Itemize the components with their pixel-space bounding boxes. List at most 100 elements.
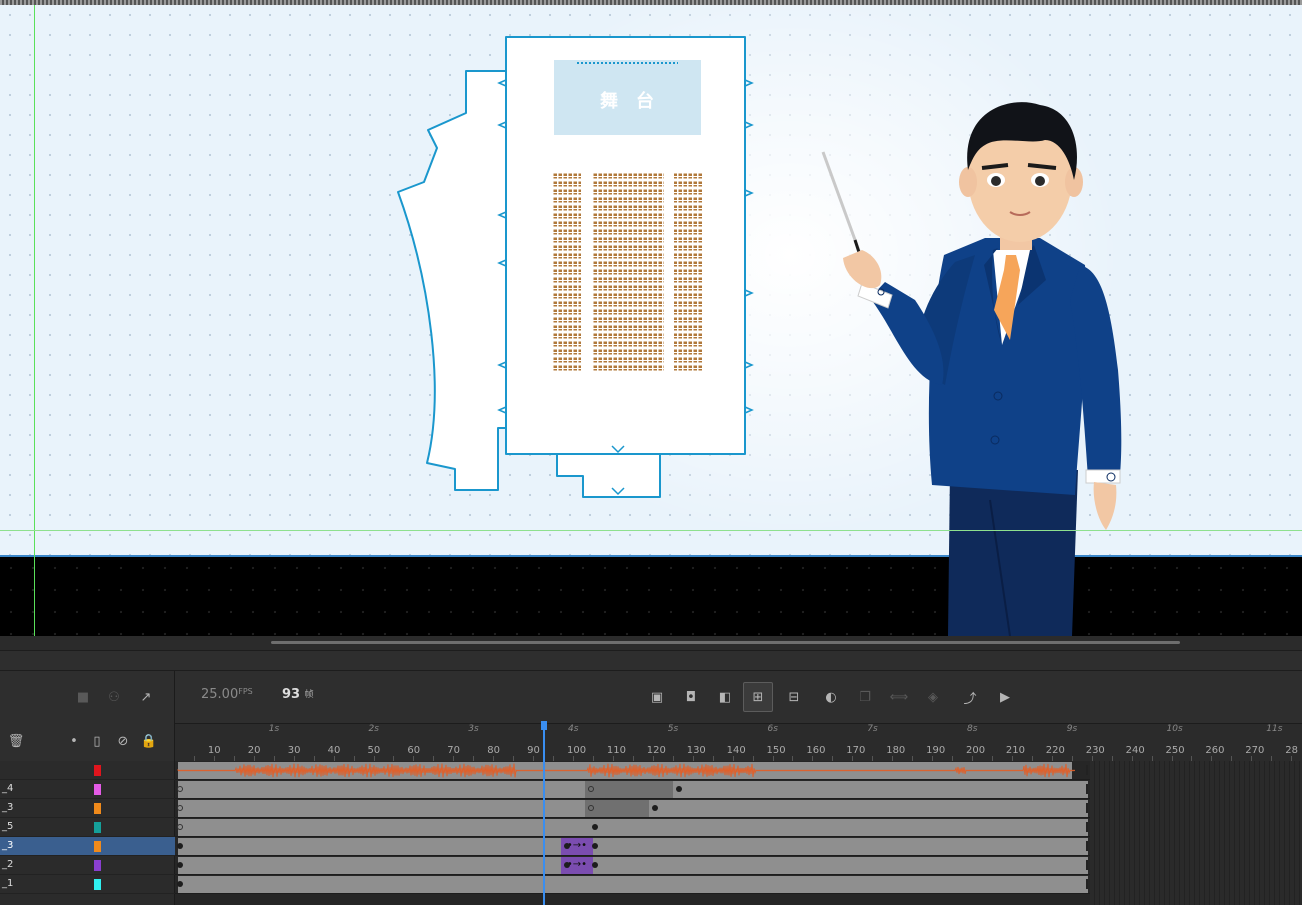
play-icon[interactable]: ▶ xyxy=(995,687,1015,707)
ruler-frame-label: 220 xyxy=(1045,745,1065,756)
layer-color-swatch[interactable] xyxy=(94,841,101,852)
keyframe[interactable] xyxy=(587,786,594,792)
camera-icon[interactable]: ■ xyxy=(73,687,93,707)
layer-row[interactable]: _1 xyxy=(0,875,175,894)
layer-row[interactable]: _2 xyxy=(0,856,175,875)
onion-skin-icon[interactable]: ◐ xyxy=(821,687,841,707)
scrollbar-thumb[interactable] xyxy=(271,641,1180,644)
frame-span[interactable] xyxy=(584,800,649,817)
keyframe[interactable] xyxy=(591,862,598,868)
frame-span[interactable] xyxy=(592,857,1088,874)
ruler-second-label: 3s xyxy=(468,724,479,734)
layer-row[interactable]: _4 xyxy=(0,780,175,799)
layer-color-swatch[interactable] xyxy=(94,822,101,833)
layer-parenting-icon[interactable]: ⚇ xyxy=(104,687,124,707)
frame-span[interactable] xyxy=(588,819,1088,836)
layer-color-swatch[interactable] xyxy=(94,765,101,776)
insert-frame-icon[interactable]: ◧ xyxy=(715,687,735,707)
ruler-frame-label: 270 xyxy=(1245,745,1265,756)
auto-keyframe-icon[interactable]: ⊞ xyxy=(743,682,773,712)
layer-name[interactable]: _2 xyxy=(2,859,13,870)
ruler-frame-label: 210 xyxy=(1005,745,1025,756)
layer-name[interactable]: _3 xyxy=(2,802,13,813)
playhead[interactable] xyxy=(541,721,547,905)
fps-unit: FPS xyxy=(238,687,253,696)
graph-icon[interactable]: ↗ xyxy=(136,687,156,707)
keyframe[interactable] xyxy=(591,824,598,830)
frame-span[interactable] xyxy=(178,857,562,874)
keyframe[interactable] xyxy=(177,786,183,792)
insert-keyframe-icon[interactable]: ▣ xyxy=(647,687,667,707)
ruler-frame-label: 260 xyxy=(1205,745,1225,756)
layer-color-swatch[interactable] xyxy=(94,860,101,871)
current-frame-value[interactable]: 93 xyxy=(282,687,300,702)
layer-name[interactable]: _1 xyxy=(2,878,13,889)
keyframe[interactable] xyxy=(177,843,183,849)
ruler-frame-label: 180 xyxy=(886,745,906,756)
layer-name[interactable]: _3 xyxy=(2,840,13,851)
panel-divider[interactable] xyxy=(0,650,1302,671)
frame-span[interactable] xyxy=(584,781,673,798)
frame-span[interactable] xyxy=(178,876,1088,893)
frame-span[interactable] xyxy=(592,838,1088,855)
layer-row[interactable]: _3 xyxy=(0,837,175,856)
hide-all-icon[interactable]: ⊘ xyxy=(113,731,133,751)
layer-color-swatch[interactable] xyxy=(94,879,101,890)
ruler-frame-label: 130 xyxy=(686,745,706,756)
guide-vertical[interactable] xyxy=(34,5,35,636)
frame-span[interactable] xyxy=(178,781,585,798)
keyframe[interactable] xyxy=(177,881,183,887)
layer-row[interactable] xyxy=(0,761,175,780)
timeline-empty-area xyxy=(1090,761,1302,905)
layer-name[interactable]: _5 xyxy=(2,821,13,832)
ruler-frame-label: 140 xyxy=(726,745,746,756)
onion-skin-outline-icon[interactable]: ❐ xyxy=(855,687,875,707)
edit-multiple-frames-icon[interactable]: ⟺ xyxy=(889,687,909,707)
keyframe[interactable] xyxy=(177,862,183,868)
keyframe[interactable] xyxy=(177,805,183,811)
loop-icon[interactable]: ⤴ xyxy=(960,687,980,707)
keyframe[interactable] xyxy=(651,805,658,811)
outline-icon[interactable]: ▯ xyxy=(87,731,107,751)
keyframe[interactable] xyxy=(591,843,598,849)
timeline-ruler[interactable]: 1s 2s 3s 4s 5s 6s 7s 8s 9s 10s 11s 10 20 30 40 50 60 70 80… xyxy=(175,723,1302,761)
ruler-frame-label: 250 xyxy=(1165,745,1185,756)
keyframe[interactable] xyxy=(587,805,594,811)
onion-range-icon[interactable]: ◈ xyxy=(923,687,943,707)
lock-all-icon[interactable]: 🔒 xyxy=(139,731,159,751)
frame-span[interactable] xyxy=(178,838,562,855)
layer-row[interactable]: _3 xyxy=(0,799,175,818)
frame-span[interactable] xyxy=(178,800,585,817)
layer-color-swatch[interactable] xyxy=(94,784,101,795)
ruler-second-label: 6s xyxy=(767,724,778,734)
fps-value[interactable]: 25.00 xyxy=(201,687,238,702)
playhead-handle[interactable] xyxy=(541,721,547,730)
insert-blank-keyframe-icon[interactable]: ◘ xyxy=(681,687,701,707)
ruler-frame-label: 200 xyxy=(966,745,986,756)
ruler-frame-label: 60 xyxy=(407,745,421,756)
frame-span[interactable] xyxy=(672,781,1088,798)
current-frame-display[interactable]: 93 帧 xyxy=(282,687,314,702)
keyframe[interactable] xyxy=(675,786,682,792)
keyframe[interactable] xyxy=(564,862,571,868)
keyframe[interactable] xyxy=(564,843,571,849)
frame-span[interactable] xyxy=(648,800,1088,817)
keyframe[interactable] xyxy=(177,824,183,830)
layer-color-swatch[interactable] xyxy=(94,803,101,814)
fps-display[interactable]: 25.00FPS xyxy=(201,687,253,702)
stage-horizontal-scrollbar[interactable] xyxy=(0,636,1302,650)
stage-area[interactable]: 舞 台 xyxy=(0,0,1302,636)
ruler-frame-label: 160 xyxy=(806,745,826,756)
guide-horizontal[interactable] xyxy=(0,530,1302,531)
layer-row[interactable]: _5 xyxy=(0,818,175,837)
ruler-second-label: 5s xyxy=(667,724,679,734)
layer-header: 🗑 • ▯ ⊘ 🔒 xyxy=(0,723,175,761)
highlight-dot-icon[interactable]: • xyxy=(64,731,84,751)
delete-layer-icon[interactable]: 🗑 xyxy=(6,731,26,751)
remove-frame-icon[interactable]: ⊟ xyxy=(784,687,804,707)
ruler-frame-label: 100 xyxy=(567,745,587,756)
presenter-character[interactable] xyxy=(0,0,1302,636)
ruler-second-label: 7s xyxy=(867,724,878,734)
frame-span[interactable] xyxy=(178,819,589,836)
layer-name[interactable]: _4 xyxy=(2,783,13,794)
